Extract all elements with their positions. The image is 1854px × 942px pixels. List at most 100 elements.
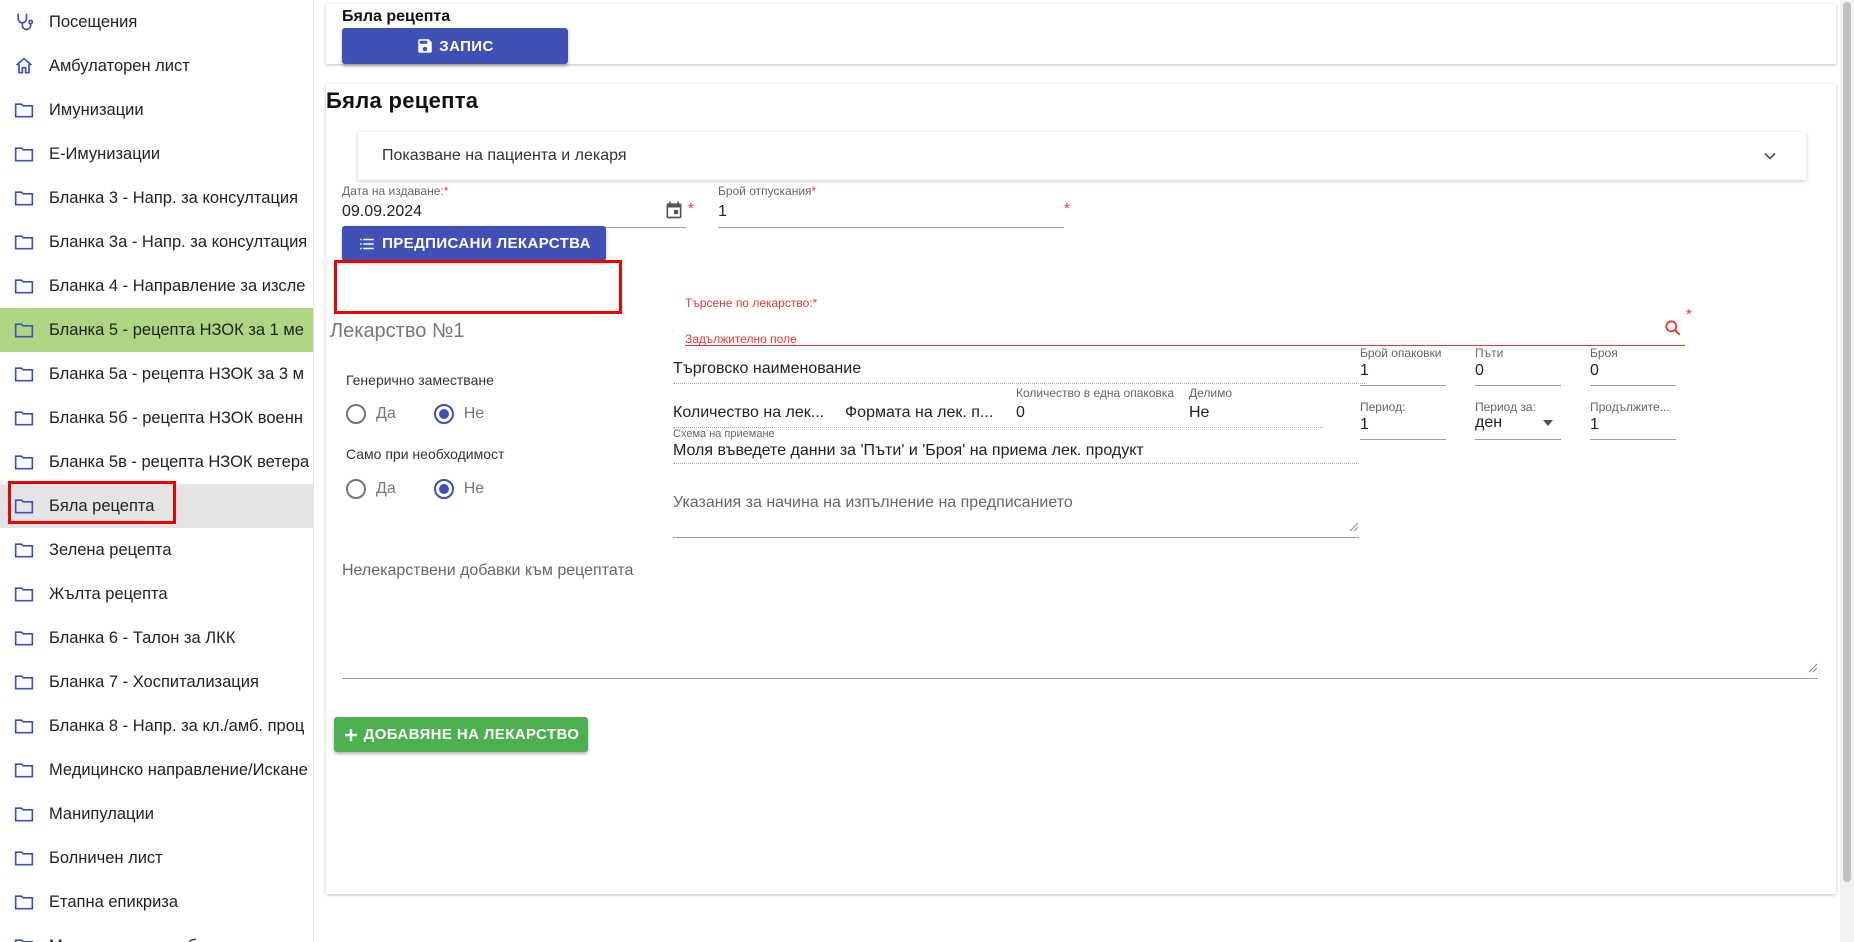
- add-drug-label: ДОБАВЯНЕ НА ЛЕКАРСТВО: [363, 726, 580, 743]
- page-scrollbar[interactable]: [1840, 0, 1854, 942]
- sidebar-item-label: Бланка 5в - рецепта НЗОК ветера: [49, 452, 310, 471]
- sidebar-item-label: Бланка 7 - Хоспитализация: [49, 672, 259, 691]
- trade-name-field[interactable]: Търговско наименование: [673, 356, 1365, 384]
- sidebar-item[interactable]: Бяла рецепта: [0, 484, 313, 528]
- folder-icon: [13, 759, 35, 781]
- divisible-field: Делимо Не: [1189, 386, 1289, 426]
- duration-field[interactable]: Продължите... 1: [1590, 400, 1676, 440]
- count-field[interactable]: Броя 0: [1590, 346, 1676, 386]
- only-if-needed-yes-radio[interactable]: [346, 479, 366, 499]
- intake-scheme-label: Схема на приемане: [673, 428, 775, 440]
- sidebar-item-label: Бланка 3 - Напр. за консултация: [49, 188, 299, 207]
- drug-form-field[interactable]: Формата на лек. п...: [845, 404, 995, 426]
- sidebar-item[interactable]: Манипулации: [0, 792, 313, 836]
- drug-quantity-field[interactable]: Количество на лек...: [673, 404, 833, 426]
- folder-icon: [13, 231, 35, 253]
- expander-label: Показване на пациента и лекаря: [382, 147, 627, 164]
- instructions-underline: [673, 537, 1359, 538]
- sidebar-item[interactable]: Медицинско направление/Искане: [0, 748, 313, 792]
- sidebar-item[interactable]: Бланка 5б - рецепта НЗОК военн: [0, 396, 313, 440]
- dispense-count-field[interactable]: Брой отпускания* 1: [718, 184, 1064, 228]
- sidebar-item[interactable]: Етапна епикриза: [0, 880, 313, 924]
- duration-underline: [1590, 439, 1676, 440]
- times-value: 0: [1475, 362, 1484, 379]
- drug-search-field[interactable]: Търсене по лекарство:*: [685, 296, 1685, 346]
- sidebar-item-label: Етапна епикриза: [49, 892, 179, 911]
- instructions-textarea[interactable]: Указания за начина на изпълнение на пред…: [673, 494, 1359, 538]
- sidebar-item[interactable]: Бланка 5 - рецепта НЗОК за 1 ме: [0, 308, 313, 352]
- resize-handle-icon[interactable]: [1808, 660, 1818, 678]
- sidebar-item[interactable]: Посещения: [0, 0, 313, 44]
- add-drug-button[interactable]: ДОБАВЯНЕ НА ЛЕКАРСТВО: [334, 717, 588, 752]
- sidebar-item[interactable]: Бланка 8 - Напр. за кл./амб. проц: [0, 704, 313, 748]
- folder-icon: [13, 715, 35, 737]
- prescribed-drugs-button[interactable]: ПРЕДПИСАНИ ЛЕКАРСТВА: [342, 226, 606, 261]
- sidebar-item[interactable]: Бланка 4 - Направление за изсле: [0, 264, 313, 308]
- sidebar-item[interactable]: Бланка 7 - Хоспитализация: [0, 660, 313, 704]
- home-icon: [13, 55, 35, 77]
- chevron-down-icon: [1760, 146, 1780, 171]
- scrollbar-thumb[interactable]: [1843, 2, 1851, 882]
- sidebar-item[interactable]: Бланка 3а - Напр. за консултация: [0, 220, 313, 264]
- required-marker: *: [688, 200, 694, 217]
- non-drug-additions-textarea[interactable]: Нелекарствени добавки към рецептата: [342, 562, 1818, 679]
- search-icon[interactable]: [1663, 318, 1683, 343]
- sidebar-item-label: Зелена рецепта: [49, 540, 172, 559]
- sidebar-item-label: Е-Имунизации: [49, 144, 161, 163]
- folder-icon: [13, 143, 35, 165]
- trade-name-underline: [673, 383, 1365, 384]
- only-if-needed-yes-label: Да: [376, 480, 396, 497]
- intake-scheme-underline: [673, 463, 1359, 464]
- sidebar-item[interactable]: Бланка 3 - Напр. за консултация: [0, 176, 313, 220]
- intake-scheme-placeholder: Моля въведете данни за 'Пъти' и 'Броя' н…: [673, 442, 1144, 459]
- generic-yes-radio[interactable]: [346, 404, 366, 424]
- issue-date-field[interactable]: Дата на издаване:* 09.09.2024: [342, 184, 686, 228]
- save-button[interactable]: ЗАПИС: [342, 28, 568, 64]
- sidebar-item[interactable]: Бланка 6 - Талон за ЛКК: [0, 616, 313, 660]
- folder-icon: [13, 495, 35, 517]
- folder-icon: [13, 627, 35, 649]
- intake-scheme-field[interactable]: Схема на приемане Моля въведете данни за…: [673, 428, 1359, 464]
- period-field[interactable]: Период: 1: [1360, 400, 1446, 440]
- sidebar-item-label: Амбулаторен лист: [49, 56, 190, 75]
- sidebar-item-label: Медицинско направление/Искане: [49, 760, 308, 779]
- folder-icon: [13, 407, 35, 429]
- sidebar-item[interactable]: Бланка 5в - рецепта НЗОК ветера: [0, 440, 313, 484]
- packages-label: Брой опаковки: [1360, 346, 1442, 360]
- only-if-needed-no-radio[interactable]: [433, 479, 454, 499]
- generic-no-radio[interactable]: [433, 404, 454, 424]
- count-underline: [1590, 385, 1676, 386]
- save-button-label: ЗАПИС: [439, 37, 494, 55]
- sidebar-item[interactable]: Зелена рецепта: [0, 528, 313, 572]
- period-for-select[interactable]: Период за: ден: [1475, 400, 1561, 440]
- times-field[interactable]: Пъти 0: [1475, 346, 1561, 386]
- sidebar-item-label: Бланка 6 - Талон за ЛКК: [49, 628, 236, 647]
- non-drug-additions-placeholder: Нелекарствени добавки към рецептата: [342, 562, 634, 579]
- resize-handle-icon[interactable]: [1349, 519, 1359, 537]
- sidebar-item[interactable]: Амбулаторен лист: [0, 44, 313, 88]
- sidebar-item-label: Жълта рецепта: [49, 584, 168, 603]
- patient-doctor-expander[interactable]: Показване на пациента и лекаря: [358, 132, 1806, 180]
- sidebar-item[interactable]: Е-Имунизации: [0, 132, 313, 176]
- divisible-value: Не: [1189, 404, 1210, 421]
- packages-value: 1: [1360, 362, 1369, 379]
- generic-substitution-label: Генерично заместване: [346, 372, 494, 388]
- period-underline: [1360, 439, 1446, 440]
- sidebar-item[interactable]: Бланка 5а - рецепта НЗОК за 3 м: [0, 352, 313, 396]
- issue-date-value: 09.09.2024: [342, 203, 423, 220]
- sidebar-item-label: Бланка 5б - рецепта НЗОК военн: [49, 408, 303, 427]
- folder-icon: [13, 671, 35, 693]
- calendar-icon[interactable]: [664, 200, 684, 225]
- times-label: Пъти: [1475, 346, 1504, 360]
- generic-no-label: Не: [463, 405, 485, 422]
- period-for-underline: [1475, 439, 1561, 440]
- sidebar-item[interactable]: Жълта рецепта: [0, 572, 313, 616]
- packages-field[interactable]: Брой опаковки 1: [1360, 346, 1446, 386]
- sidebar-item[interactable]: Медицинско за работа: [0, 924, 313, 942]
- period-value: 1: [1360, 416, 1369, 433]
- issue-date-label: Дата на издаване:*: [342, 184, 449, 198]
- sidebar-item[interactable]: Болничен лист: [0, 836, 313, 880]
- sidebar-item[interactable]: Имунизации: [0, 88, 313, 132]
- sidebar-item-label: Бланка 8 - Напр. за кл./амб. проц: [49, 716, 305, 735]
- folder-icon: [13, 363, 35, 385]
